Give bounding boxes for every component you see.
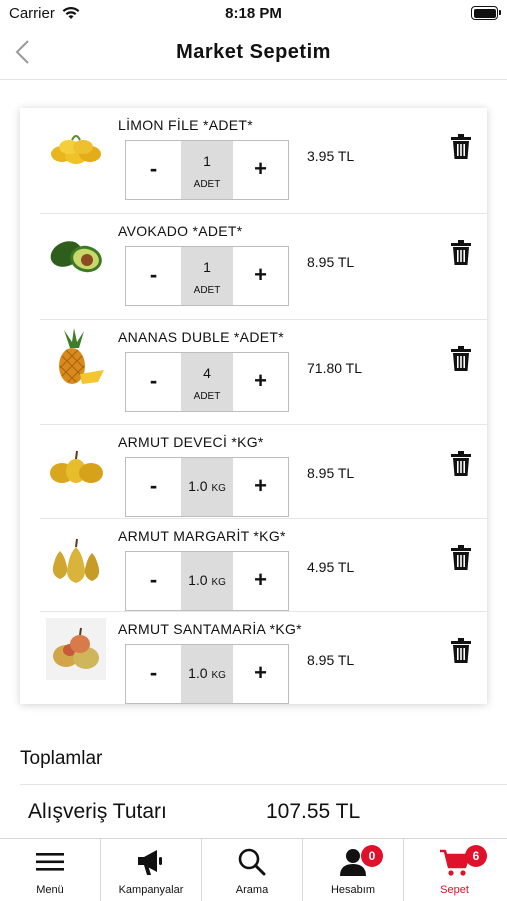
- quantity-stepper: - 1.0 KG +: [125, 551, 289, 611]
- trash-icon[interactable]: [450, 346, 472, 372]
- increase-button[interactable]: +: [233, 247, 288, 305]
- item-name: AVOKADO *ADET*: [118, 223, 243, 239]
- quantity-unit: KG: [211, 670, 226, 681]
- item-price: 71.80 TL: [307, 360, 363, 376]
- tab-label: Kampanyalar: [118, 884, 184, 896]
- pear-green-image: [46, 529, 106, 591]
- quantity-value: 1: [203, 153, 211, 169]
- item-price: 4.95 TL: [307, 559, 355, 575]
- quantity-value: 1.0: [188, 478, 208, 494]
- quantity-unit: KG: [211, 483, 226, 494]
- pineapple-image: [46, 326, 106, 388]
- cart-item: LİMON FİLE *ADET* - 1 ADET + 3.95 TL: [40, 108, 487, 214]
- item-price: 8.95 TL: [307, 465, 355, 481]
- avocado-image: [46, 226, 106, 284]
- cart-item: AVOKADO *ADET* - 1 ADET + 8.95 TL: [40, 214, 487, 320]
- quantity-display: 1 ADET: [181, 141, 233, 199]
- quantity-unit: ADET: [193, 285, 221, 296]
- lemon-bag-image: [46, 120, 106, 178]
- tab-menu[interactable]: Menü: [0, 839, 101, 901]
- quantity-stepper: - 1.0 KG +: [125, 644, 289, 704]
- megaphone-icon: [101, 847, 201, 877]
- decrease-button[interactable]: -: [126, 552, 181, 610]
- search-icon: [202, 847, 302, 877]
- cart-item: ANANAS DUBLE *ADET* - 4 ADET + 71.80 TL: [40, 320, 487, 425]
- tab-bar: Menü Kampanyalar Arama 0 Hesabım 6 Sepet: [0, 838, 507, 901]
- trash-icon[interactable]: [450, 638, 472, 664]
- quantity-stepper: - 4 ADET +: [125, 352, 289, 412]
- increase-button[interactable]: +: [233, 141, 288, 199]
- status-bar: Carrier 8:18 PM: [0, 0, 507, 28]
- total-amount-label: Alışveriş Tutarı: [28, 800, 167, 823]
- item-name: ARMUT MARGARİT *KG*: [118, 528, 286, 544]
- increase-button[interactable]: +: [233, 645, 288, 703]
- item-name: ARMUT DEVECİ *KG*: [118, 434, 264, 450]
- quantity-value: 1: [203, 259, 211, 275]
- quantity-unit: KG: [211, 577, 226, 588]
- cart-icon: [404, 847, 505, 877]
- total-amount-value: 107.55 TL: [266, 800, 361, 823]
- quantity-unit: ADET: [193, 179, 221, 190]
- tab-label: Hesabım: [330, 884, 376, 896]
- quantity-display: 1.0 KG: [181, 645, 233, 703]
- decrease-button[interactable]: -: [126, 458, 181, 516]
- menu-icon: [0, 847, 100, 877]
- pear-red-image: [46, 618, 106, 680]
- divider: [20, 784, 507, 785]
- user-icon: [303, 847, 403, 877]
- increase-button[interactable]: +: [233, 552, 288, 610]
- increase-button[interactable]: +: [233, 458, 288, 516]
- nav-bar: Market Sepetim: [0, 28, 507, 80]
- quantity-stepper: - 1.0 KG +: [125, 457, 289, 517]
- pear-yellow-image: [46, 437, 106, 495]
- trash-icon[interactable]: [450, 240, 472, 266]
- page-title: Market Sepetim: [176, 41, 331, 63]
- decrease-button[interactable]: -: [126, 141, 181, 199]
- item-price: 8.95 TL: [307, 652, 355, 668]
- tab-cart[interactable]: 6 Sepet: [404, 839, 505, 901]
- quantity-value: 4: [203, 365, 211, 381]
- item-name: LİMON FİLE *ADET*: [118, 117, 254, 133]
- quantity-display: 1.0 KG: [181, 458, 233, 516]
- decrease-button[interactable]: -: [126, 247, 181, 305]
- notification-badge: 0: [361, 845, 383, 867]
- tab-campaigns[interactable]: Kampanyalar: [101, 839, 202, 901]
- clock: 8:18 PM: [225, 5, 282, 22]
- quantity-value: 1.0: [188, 572, 208, 588]
- totals-title: Toplamlar: [20, 748, 103, 769]
- item-price: 8.95 TL: [307, 254, 355, 270]
- tab-label: Arama: [235, 884, 269, 896]
- tab-label: Sepet: [440, 884, 469, 896]
- item-name: ARMUT SANTAMARİA *KG*: [118, 621, 302, 637]
- increase-button[interactable]: +: [233, 353, 288, 411]
- tab-search[interactable]: Arama: [202, 839, 303, 901]
- decrease-button[interactable]: -: [126, 353, 181, 411]
- cart-item: ARMUT DEVECİ *KG* - 1.0 KG + 8.95 TL: [40, 425, 487, 519]
- tab-label: Menü: [36, 884, 64, 896]
- item-price: 3.95 TL: [307, 148, 355, 164]
- cart-card: LİMON FİLE *ADET* - 1 ADET + 3.95 TL AVO…: [20, 108, 487, 704]
- item-name: ANANAS DUBLE *ADET*: [118, 329, 284, 345]
- quantity-display: 1 ADET: [181, 247, 233, 305]
- trash-icon[interactable]: [450, 134, 472, 160]
- cart-item: ARMUT MARGARİT *KG* - 1.0 KG + 4.95 TL: [40, 519, 487, 612]
- quantity-stepper: - 1 ADET +: [125, 140, 289, 200]
- cart-count-badge: 6: [465, 845, 487, 867]
- cart-item: ARMUT SANTAMARİA *KG* - 1.0 KG + 8.95 TL: [40, 612, 487, 704]
- decrease-button[interactable]: -: [126, 645, 181, 703]
- quantity-value: 1.0: [188, 665, 208, 681]
- quantity-display: 4 ADET: [181, 353, 233, 411]
- tab-account[interactable]: 0 Hesabım: [303, 839, 404, 901]
- trash-icon[interactable]: [450, 545, 472, 571]
- battery-icon: [471, 6, 501, 20]
- quantity-unit: ADET: [193, 391, 221, 402]
- trash-icon[interactable]: [450, 451, 472, 477]
- quantity-display: 1.0 KG: [181, 552, 233, 610]
- quantity-stepper: - 1 ADET +: [125, 246, 289, 306]
